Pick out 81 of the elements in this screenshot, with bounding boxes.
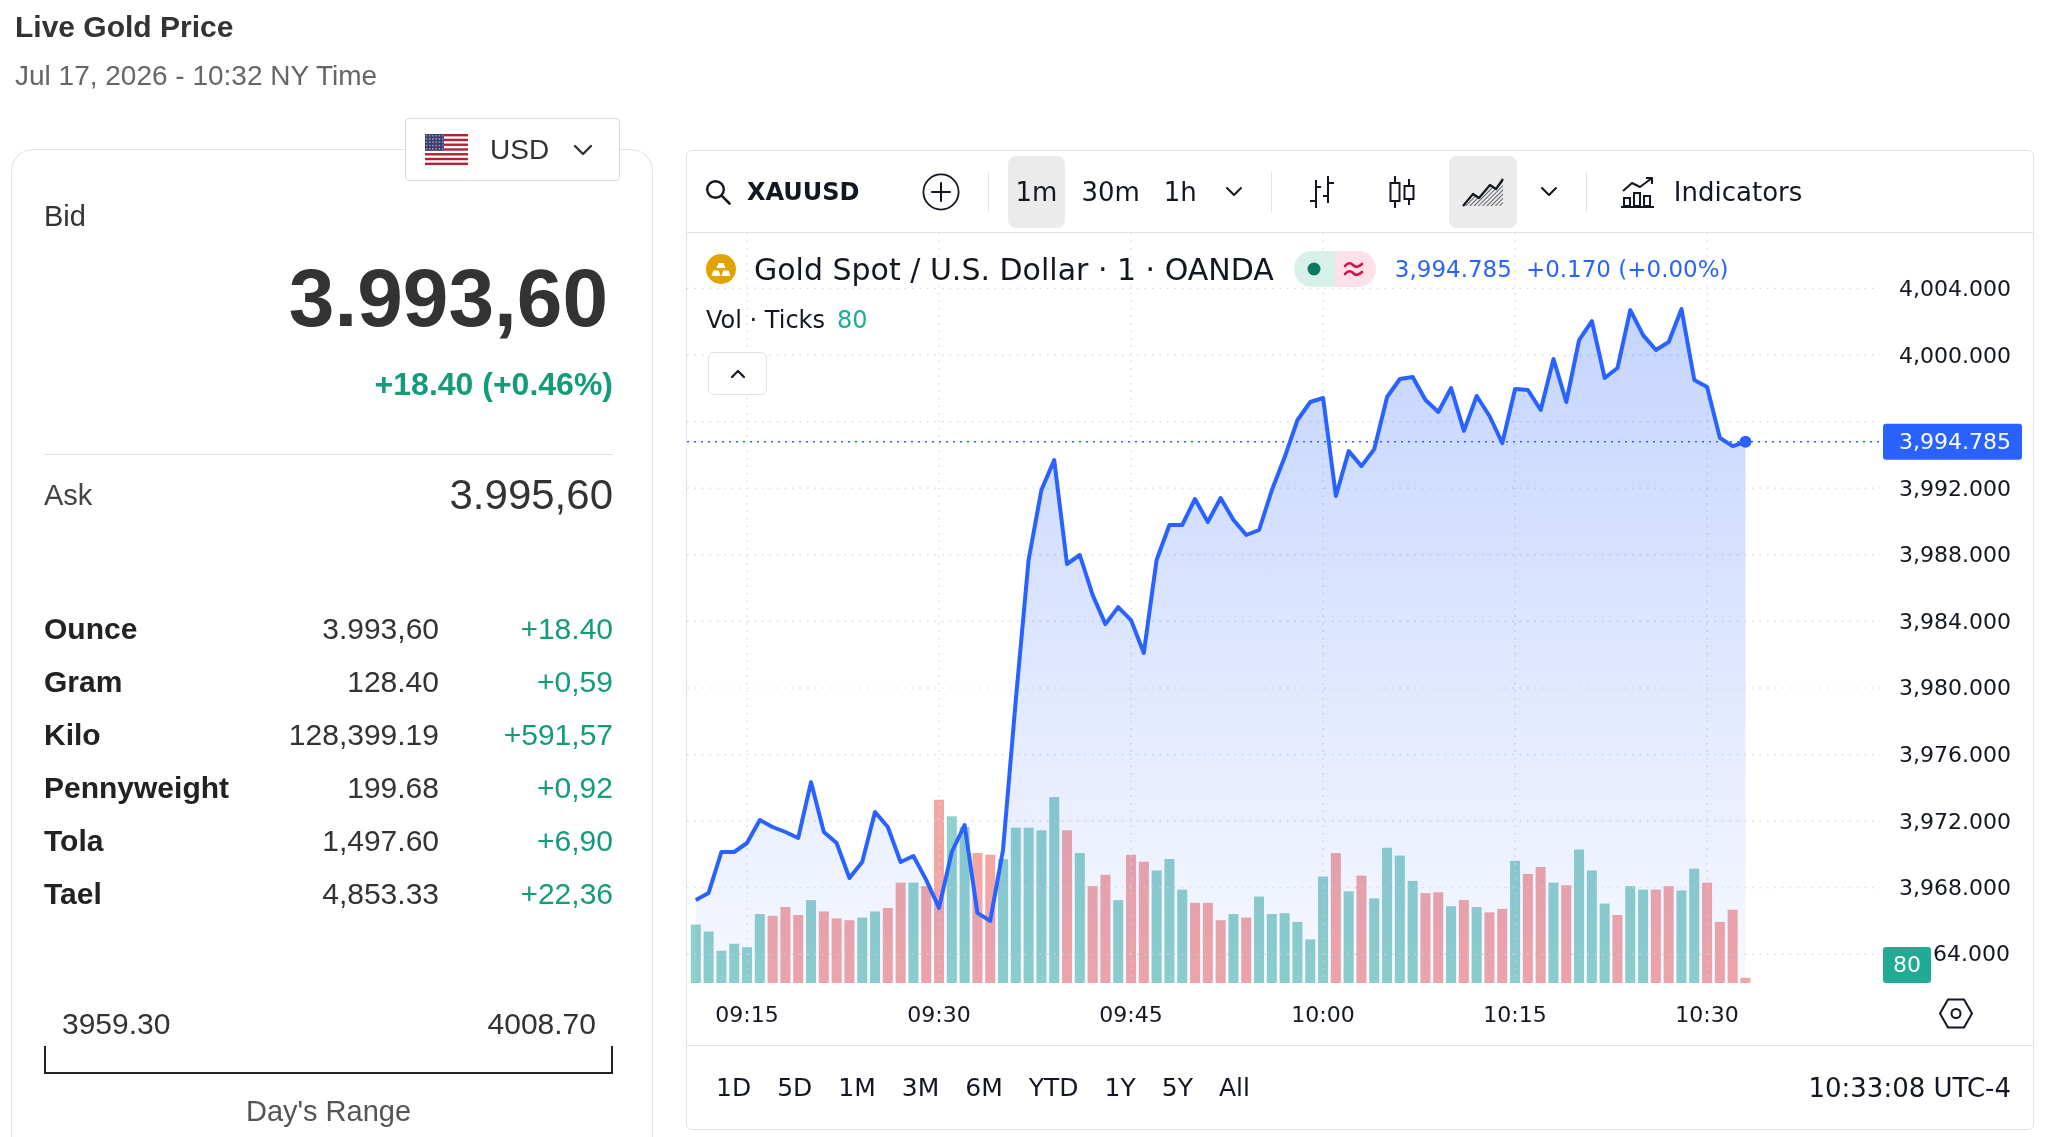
last-point-icon [1739,435,1752,448]
settings-icon[interactable] [1939,998,1973,1029]
currency-dropdown[interactable]: USD [405,118,620,181]
bid-label: Bid [44,199,86,234]
range-button[interactable]: 3M [893,1063,948,1112]
unit-price: 128,399.19 [288,717,439,752]
approx-icon [1334,251,1376,287]
price-axis-label: 3,980.000 [1899,675,2011,701]
legend-price: 3,994.785 [1394,256,1512,282]
page-title: Live Gold Price [15,9,234,45]
range-caption: Day's Range [245,1094,412,1129]
unit-change: +6,90 [537,823,613,858]
volume-value: 80 [837,306,868,334]
unit-name: Kilo [44,717,101,752]
interval-button[interactable]: 1h [1155,155,1205,228]
time-axis-label: 09:45 [1099,1001,1163,1027]
time-axis-label: 09:30 [907,1001,971,1027]
caret-up-icon [729,368,746,379]
symbol-search-button[interactable]: XAUUSD [700,155,865,228]
timestamp: Jul 17, 2026 - 10:32 NY Time [15,59,378,93]
chevron-down-icon[interactable] [1539,186,1558,197]
unit-change: +18.40 [520,611,613,646]
legend-title: Gold Spot / U.S. Dollar · 1 · OANDA [754,251,1274,287]
interval-button[interactable]: 1m [1007,155,1066,228]
unit-price: 1,497.60 [322,823,439,858]
unit-price: 128.40 [347,664,439,699]
price-axis-label: 3,992.000 [1899,475,2011,501]
unit-name: Ounce [44,611,138,646]
price-axis-label: 3,976.000 [1899,742,2011,768]
unit-change: +0,92 [537,770,613,805]
price-axis-label: 3,984.000 [1899,608,2011,634]
unit-name: Tael [44,876,102,911]
range-low: 3959.30 [62,1006,171,1042]
add-icon[interactable] [921,172,960,211]
bid-change: +18.40 (+0.46%) [374,365,613,404]
unit-change: +0,59 [537,664,613,699]
bid-price: 3.993,60 [288,253,608,343]
range-button[interactable]: 6M [957,1063,1011,1112]
unit-price: 199.68 [347,770,439,805]
ask-price: 3.995,60 [449,471,613,519]
price-axis-label: 3,968.000 [1899,875,2011,901]
time-axis-label: 10:30 [1675,1001,1739,1027]
ingots-icon [706,254,736,284]
interval-button[interactable]: 30m [1073,155,1148,228]
unit-change: +591,57 [503,717,613,752]
ohlc-bars-icon [1307,173,1336,210]
range-button[interactable]: 1M [830,1063,884,1112]
ask-label: Ask [44,478,93,512]
unit-price: 4,853.33 [322,876,439,911]
chevron-down-icon[interactable] [1224,186,1243,197]
time-axis-label: 10:15 [1483,1001,1547,1027]
unit-price: 3.993,60 [322,611,439,646]
unit-name: Tola [44,823,104,858]
chevron-down-icon [573,143,594,156]
chart-style-button[interactable] [1448,155,1517,228]
unit-name: Gram [44,664,123,699]
time-axis-label: 10:00 [1291,1001,1355,1027]
search-icon [705,178,731,205]
range-button[interactable]: 5Y [1153,1063,1201,1112]
indicators-button[interactable]: Indicators [1611,155,1812,228]
time-axis-label: 09:15 [715,1001,779,1027]
range-button[interactable]: 1D [708,1063,760,1112]
flag-icon [425,134,468,165]
unit-name: Pennyweight [44,770,230,805]
range-button[interactable]: 1Y [1096,1063,1144,1112]
last-price-tag: 3,994.785 [1883,423,2022,460]
range-button[interactable]: YTD [1020,1063,1087,1112]
legend-change: +0.170 (+0.00%) [1525,256,1729,282]
price-axis-label: 3,972.000 [1899,808,2011,834]
unit-change: +22,36 [520,876,613,911]
range-button[interactable]: 5D [769,1063,821,1112]
clock: 10:33:08 UTC-4 [1808,1072,2011,1103]
volume-tag: 80 [1883,947,1931,983]
price-axis-label: 3,988.000 [1899,542,2011,568]
volume-label: Vol · Ticks [706,306,825,334]
range-button[interactable]: All [1210,1063,1258,1112]
price-axis-label: 4,004.000 [1899,275,2011,301]
indicators-icon [1620,175,1655,208]
range-high: 4008.70 [487,1006,596,1042]
price-axis-label: 4,000.000 [1899,342,2011,368]
price-axis-label: 64.000 [1933,940,2010,968]
